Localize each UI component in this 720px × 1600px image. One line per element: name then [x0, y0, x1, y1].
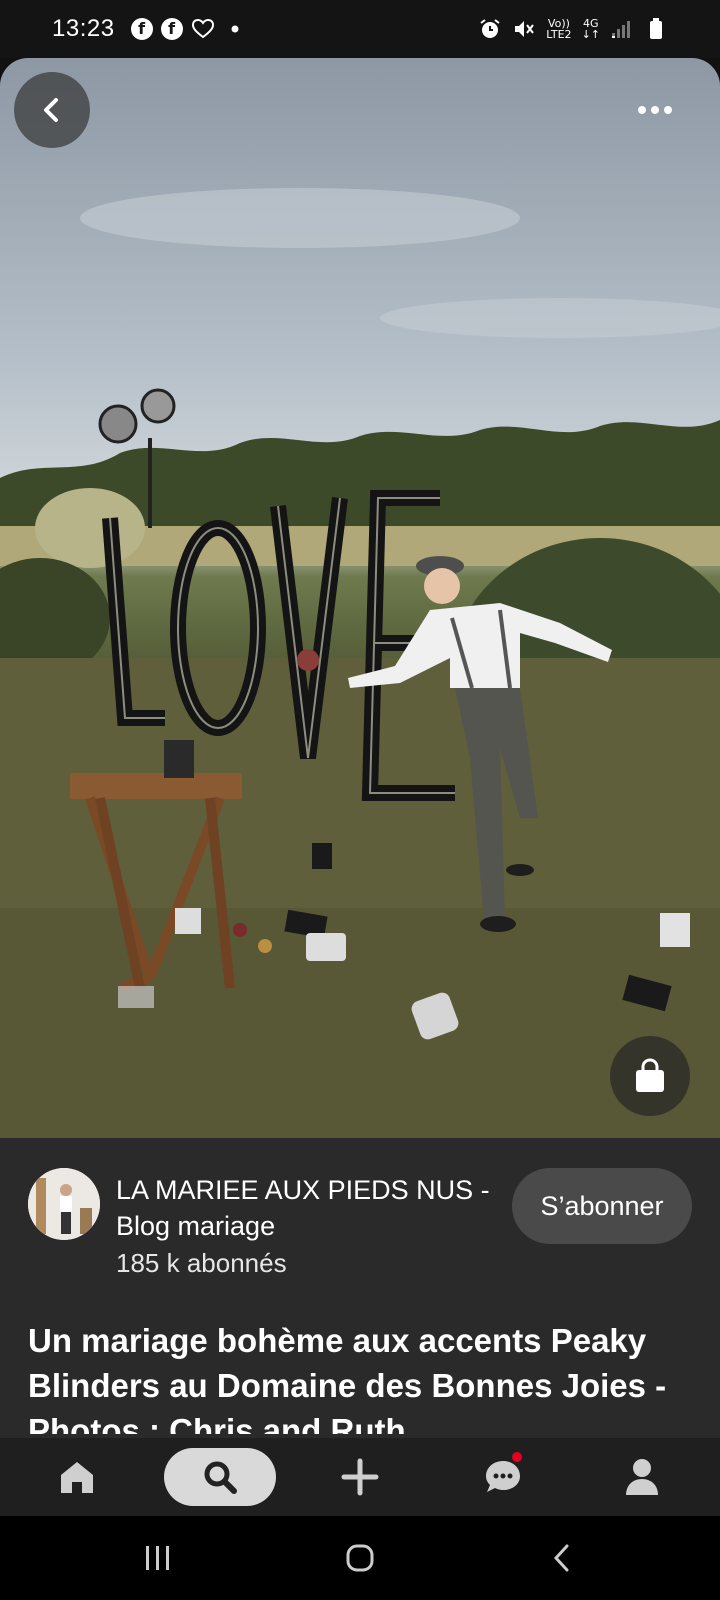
more-icon-dot	[664, 106, 672, 114]
home-system-button[interactable]	[338, 1536, 382, 1580]
alarm-icon	[478, 17, 502, 41]
pin-image-illustration	[0, 188, 720, 1138]
nav-profile[interactable]	[617, 1448, 667, 1506]
nav-messages[interactable]	[478, 1448, 528, 1506]
profile-icon	[626, 1459, 658, 1495]
signal-icon	[610, 17, 634, 41]
more-options-button[interactable]	[630, 92, 680, 128]
recents-icon	[146, 1546, 169, 1570]
status-left: 13:23 f f	[52, 15, 247, 43]
battery-icon	[644, 17, 668, 41]
pin-info-panel: LA MARIEE AUX PIEDS NUS - Blog mariage 1…	[0, 1138, 720, 1438]
back-icon	[553, 1544, 569, 1572]
pin-title: Un mariage bohème aux accents Peaky Blin…	[28, 1322, 667, 1434]
nav-home[interactable]	[52, 1448, 102, 1506]
status-right: Vo)) LTE2 4G ↓↑	[478, 17, 668, 41]
mute-icon	[512, 17, 536, 41]
facebook-icon: f	[130, 18, 153, 40]
chevron-left-icon	[44, 98, 58, 122]
avatar[interactable]	[28, 1168, 100, 1240]
network-bottom: LTE2	[546, 28, 572, 41]
subscribe-button[interactable]: S’abonner	[512, 1168, 692, 1244]
home-icon	[61, 1462, 93, 1493]
channel-name[interactable]: LA MARIEE AUX PIEDS NUS - Blog mariage	[116, 1172, 496, 1244]
facebook-icon: f	[160, 18, 183, 40]
network-label: Vo)) LTE2	[546, 18, 571, 40]
network-type: 4G ↓↑	[581, 17, 600, 41]
back-system-button[interactable]	[540, 1536, 584, 1580]
nav-create[interactable]	[335, 1448, 385, 1506]
search-icon	[204, 1461, 237, 1494]
more-icon-dot	[651, 106, 659, 114]
bottom-nav	[0, 1438, 720, 1516]
status-bar: 13:23 f f Vo)) LTE2 4G ↓↑	[0, 0, 720, 58]
notification-dot	[512, 1452, 522, 1462]
system-nav-bar	[0, 1516, 720, 1600]
nav-search[interactable]	[164, 1448, 276, 1506]
heart-icon	[191, 17, 215, 41]
follower-count: 185 k abonnés	[116, 1248, 287, 1278]
pin-image[interactable]	[0, 58, 720, 1138]
recents-button[interactable]	[136, 1536, 180, 1580]
home-circle-icon	[346, 1544, 374, 1572]
shopping-bag-icon	[636, 1058, 664, 1092]
back-button[interactable]	[14, 72, 90, 148]
status-time: 13:23	[52, 15, 115, 42]
more-icon-dot	[638, 106, 646, 114]
shop-button[interactable]	[610, 1036, 690, 1116]
messages-icon	[486, 1461, 520, 1492]
plus-icon	[341, 1458, 379, 1496]
dot-icon	[223, 17, 247, 41]
avatar-image	[28, 1168, 100, 1240]
network-type-label: 4G	[583, 17, 599, 30]
